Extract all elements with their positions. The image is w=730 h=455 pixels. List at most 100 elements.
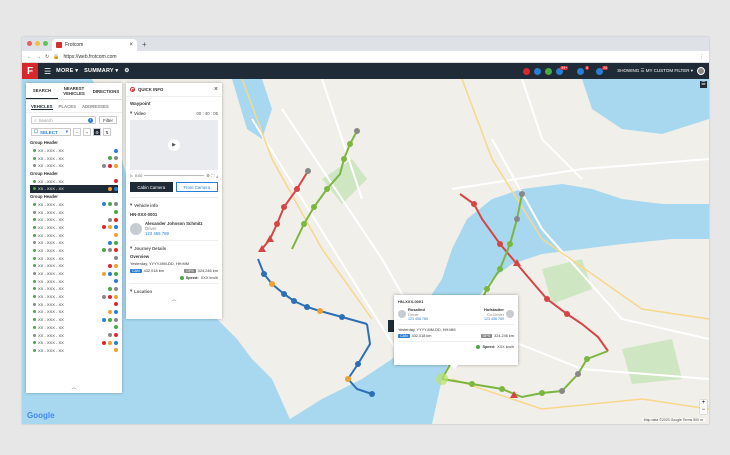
group-header[interactable]: Group Header bbox=[30, 170, 118, 178]
subtab-addresses[interactable]: ADDRESSES bbox=[82, 104, 109, 110]
waypoint-marker[interactable] bbox=[369, 391, 375, 397]
waypoint-marker[interactable] bbox=[519, 191, 525, 197]
video-section[interactable]: ▾ Video 00 : 40 : 05 bbox=[126, 108, 222, 118]
vehicle-row[interactable]: XX - XXX - XX bbox=[30, 262, 118, 270]
vehicle-row[interactable]: XX - XXX - XX bbox=[30, 316, 118, 324]
vehicle-row[interactable]: XX - XXX - XX bbox=[30, 270, 118, 278]
video-settings-icon[interactable]: ⚙ bbox=[206, 173, 209, 178]
vehicle-row[interactable]: XX - XXX - XX bbox=[30, 208, 118, 216]
close-tab-icon[interactable]: × bbox=[129, 42, 133, 48]
tab-search[interactable]: SEARCH bbox=[26, 83, 58, 99]
vehicle-row[interactable]: XX - XXX - XX bbox=[30, 239, 118, 247]
waypoint-marker[interactable] bbox=[575, 371, 581, 377]
waypoint-marker[interactable] bbox=[291, 298, 297, 304]
play-icon[interactable]: ▶ bbox=[168, 139, 180, 151]
waypoint-marker[interactable] bbox=[301, 221, 307, 227]
waypoint-marker[interactable] bbox=[304, 304, 310, 310]
vehicle-row[interactable]: XX - XXX - XX bbox=[30, 308, 118, 316]
cabin-camera-button[interactable]: Cabin Camera bbox=[130, 182, 173, 192]
waypoint-marker[interactable] bbox=[311, 204, 317, 210]
messages-icon[interactable] bbox=[534, 67, 542, 75]
vehicle-row[interactable]: XX - XXX - XX bbox=[30, 231, 118, 239]
collapse-quick-info-icon[interactable]: ︿ bbox=[126, 296, 222, 303]
waypoint-marker[interactable] bbox=[261, 271, 267, 277]
chat-icon[interactable]: 26 bbox=[596, 65, 609, 75]
waypoint-marker[interactable] bbox=[499, 386, 505, 392]
waypoint-marker[interactable] bbox=[347, 141, 353, 147]
waypoint-marker[interactable] bbox=[281, 291, 287, 297]
expand-all-button[interactable]: + bbox=[83, 128, 91, 136]
vehicle-row[interactable]: XX - XXX - XX bbox=[30, 216, 118, 224]
play-small-icon[interactable]: ▷ bbox=[130, 173, 133, 178]
vehicle-row[interactable]: XX - XXX - XX bbox=[30, 185, 118, 193]
waypoint-marker[interactable] bbox=[544, 296, 550, 302]
waypoint-marker[interactable] bbox=[539, 390, 545, 396]
vehicle-row[interactable]: XX - XXX - XX bbox=[30, 324, 118, 332]
vehicle-row[interactable]: XX - XXX - XX bbox=[30, 247, 118, 255]
popup-codriver-phone[interactable]: 123 456 789 bbox=[484, 317, 504, 321]
close-icon[interactable]: × bbox=[214, 86, 218, 93]
waypoint-marker[interactable] bbox=[305, 168, 311, 174]
waypoint-marker[interactable] bbox=[324, 186, 330, 192]
waypoint-marker[interactable] bbox=[281, 204, 287, 210]
reload-icon[interactable]: ↻ bbox=[45, 54, 49, 60]
vehicle-row[interactable]: XX - XXX - XX bbox=[30, 201, 118, 209]
subtab-places[interactable]: PLACES bbox=[59, 104, 76, 110]
waypoint-marker[interactable] bbox=[514, 216, 520, 222]
waypoint-marker[interactable] bbox=[497, 266, 503, 272]
waypoint-marker[interactable] bbox=[274, 221, 280, 227]
browser-tab[interactable]: Frotcom × bbox=[52, 39, 137, 51]
waypoint-marker[interactable] bbox=[355, 361, 361, 367]
waypoint-marker[interactable] bbox=[345, 376, 351, 382]
waypoint-marker[interactable] bbox=[339, 314, 345, 320]
collapse-all-button[interactable]: − bbox=[73, 128, 81, 136]
waypoint-marker[interactable] bbox=[354, 128, 360, 134]
vehicle-row[interactable]: XX - XXX - XX bbox=[30, 277, 118, 285]
maximize-window-button[interactable] bbox=[43, 41, 48, 46]
tab-nearest-vehicles[interactable]: NEAREST VEHICLES bbox=[58, 83, 90, 99]
vehicle-row[interactable]: XX - XXX - XX bbox=[30, 162, 118, 170]
video-progress-bar[interactable] bbox=[144, 175, 205, 176]
alerts-icon[interactable] bbox=[523, 67, 531, 75]
waypoint-marker[interactable] bbox=[564, 311, 570, 317]
summary-menu[interactable]: SUMMARY ▾ bbox=[84, 68, 118, 74]
vehicle-row[interactable]: XX - XXX - XX bbox=[30, 154, 118, 162]
waypoint-marker[interactable] bbox=[584, 356, 590, 362]
logo[interactable]: F bbox=[22, 63, 38, 79]
waypoint-marker[interactable] bbox=[317, 308, 323, 314]
vehicle-row[interactable]: XX - XXX - XX bbox=[30, 347, 118, 355]
user-avatar[interactable] bbox=[697, 67, 705, 75]
filter-button[interactable]: Filter bbox=[99, 116, 117, 124]
driver-phone[interactable]: 123 456 789 bbox=[145, 231, 203, 236]
close-window-button[interactable] bbox=[27, 41, 32, 46]
url-field[interactable]: https://web.frotcom.com bbox=[63, 54, 116, 60]
vehicle-row[interactable]: XX - XXX - XX bbox=[30, 300, 118, 308]
sort-button[interactable]: ⇅ bbox=[103, 128, 111, 136]
select-dropdown[interactable]: ☐ SELECT ▾ bbox=[31, 128, 71, 136]
vehicle-row[interactable]: XX - XXX - XX bbox=[30, 177, 118, 185]
minimize-window-button[interactable] bbox=[35, 41, 40, 46]
forward-icon[interactable]: → bbox=[36, 54, 41, 60]
download-icon[interactable]: ⤓ bbox=[216, 174, 218, 178]
waypoint-marker[interactable] bbox=[269, 281, 275, 287]
zoom-out-button[interactable]: − bbox=[700, 407, 707, 414]
vehicle-info-section[interactable]: ▾ Vehicle info bbox=[126, 200, 222, 210]
waypoint-marker[interactable] bbox=[559, 388, 565, 394]
subtab-vehicles[interactable]: VEHICLES bbox=[31, 104, 53, 110]
tab-directions[interactable]: DIRECTIONS bbox=[90, 83, 122, 99]
journey-details-section[interactable]: ▾ Journey Details bbox=[126, 243, 222, 253]
events-icon[interactable]: 99+ bbox=[556, 65, 569, 75]
waypoint-marker[interactable] bbox=[341, 156, 347, 162]
custom-filter-dropdown[interactable]: SHOWING ☰ MY CUSTOM FILTER ▾ bbox=[617, 68, 693, 74]
waypoint-marker[interactable] bbox=[507, 241, 513, 247]
group-header[interactable]: Group Header bbox=[30, 139, 118, 147]
hamburger-icon[interactable]: ☰ bbox=[44, 67, 51, 76]
front-camera-button[interactable]: Front Camera bbox=[175, 182, 218, 192]
vehicle-row[interactable]: XX - XXX - XX bbox=[30, 147, 118, 155]
waypoint-marker[interactable] bbox=[484, 286, 490, 292]
waypoint-marker[interactable] bbox=[497, 241, 503, 247]
vehicle-row[interactable]: XX - XXX - XX bbox=[30, 254, 118, 262]
waypoint-marker[interactable] bbox=[471, 201, 477, 207]
zoom-in-button[interactable]: + bbox=[700, 400, 707, 407]
info-icon[interactable]: i bbox=[88, 117, 93, 123]
